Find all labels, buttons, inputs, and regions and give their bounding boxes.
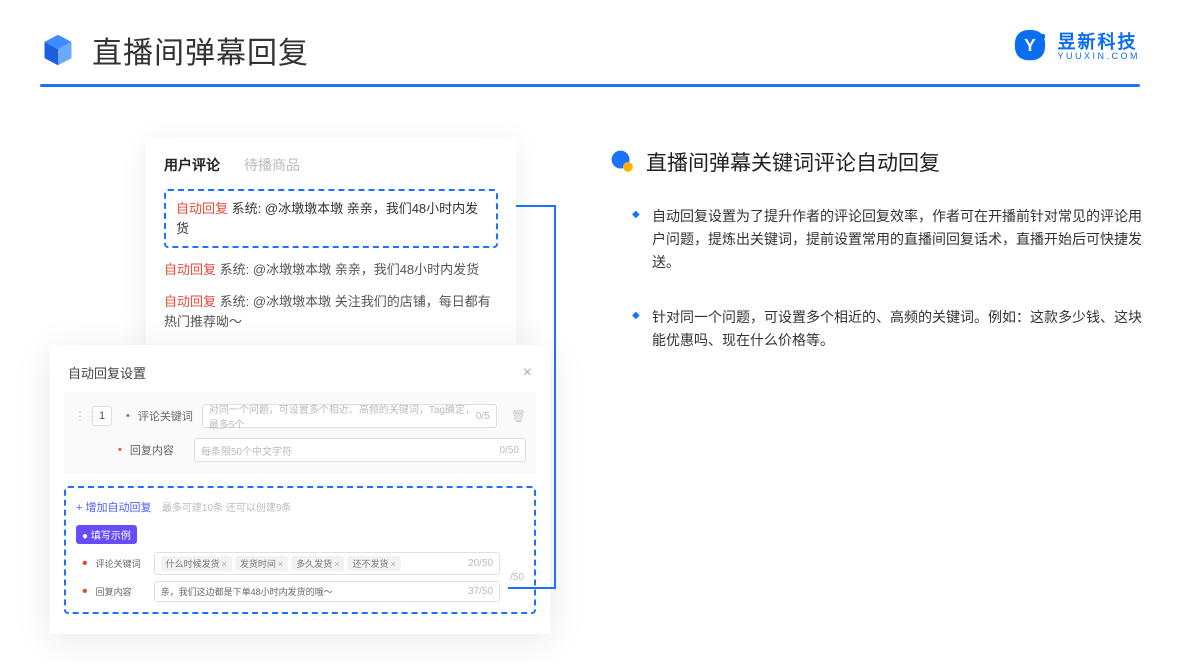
example-badge: ● 填写示例 <box>76 525 137 544</box>
connector-line <box>554 205 556 589</box>
bullet-list: 自动回复设置为了提升作者的评论回复效率，作者可在开播前针对常见的评论用户问题，提… <box>610 205 1144 352</box>
comments-tabs: 用户评论 待播商品 <box>164 155 498 175</box>
tag-close-icon[interactable]: × <box>390 559 395 569</box>
description-column: 直播间弹幕关键词评论自动回复 自动回复设置为了提升作者的评论回复效率，作者可在开… <box>610 117 1144 384</box>
screenshots-column: 用户评论 待播商品 自动回复 系统: @冰墩墩本墩 亲亲，我们48小时内发货 自… <box>50 117 570 637</box>
bullet-item: 针对同一个问题，可设置多个相近的、高频的关键词。例如：这款多少钱、这块能优惠吗、… <box>640 306 1144 352</box>
comment-row: 自动回复 系统: @冰墩墩本墩 关注我们的店铺，每日都有热门推荐呦～ <box>164 292 498 332</box>
example-keyword-row: • 评论关键词 什么时候发货× 发货时间× 多久发货× 还不发货× 20/50 <box>76 552 500 575</box>
keyword-row: ⋮⋮ 1 • 评论关键词 对同一个问题，可设置多个相近、高频的关键词，Tag确定… <box>74 404 526 428</box>
tag-close-icon[interactable]: × <box>334 559 339 569</box>
system-prefix: 系统: <box>220 262 250 277</box>
bullet-item: 自动回复设置为了提升作者的评论回复效率，作者可在开播前针对常见的评论用户问题，提… <box>640 205 1144 274</box>
tag-close-icon[interactable]: × <box>278 559 283 569</box>
example-content-label: 回复内容 <box>96 585 146 598</box>
keyword-input[interactable]: 对同一个问题，可设置多个相近、高频的关键词，Tag确定，最多5个 0/5 <box>202 404 497 428</box>
brand-logo: Y 昱新科技 YUUXIN.COM <box>1011 28 1140 66</box>
required-dot: • <box>118 444 122 456</box>
example-keyword-counter: 20/50 <box>468 558 493 569</box>
close-icon[interactable]: × <box>523 364 532 382</box>
connector-line <box>516 205 556 207</box>
system-prefix: 系统: <box>232 201 262 216</box>
highlighted-comment-callout: 自动回复 系统: @冰墩墩本墩 亲亲，我们48小时内发货 <box>164 189 498 248</box>
example-callout: + 增加自动回复 最多可建10条 还可以创建9条 ● 填写示例 • 评论关键词 … <box>64 486 536 614</box>
section-heading: 直播间弹幕关键词评论自动回复 <box>610 147 1144 177</box>
required-dot: • <box>126 410 130 422</box>
form-block: ⋮⋮ 1 • 评论关键词 对同一个问题，可设置多个相近、高频的关键词，Tag确定… <box>64 392 536 474</box>
keyword-counter: 0/5 <box>476 411 490 422</box>
example-content-counter: 37/50 <box>468 586 493 597</box>
connector-line <box>508 587 556 589</box>
logo-sub-text: YUUXIN.COM <box>1057 52 1140 61</box>
tab-user-comments[interactable]: 用户评论 <box>164 155 220 175</box>
settings-title: 自动回复设置 <box>68 363 146 382</box>
tab-pending-products[interactable]: 待播商品 <box>244 155 300 175</box>
comment-text: @冰墩墩本墩 亲亲，我们48小时内发货 <box>253 262 479 277</box>
auto-reply-tag: 自动回复 <box>164 294 216 309</box>
example-keyword-input[interactable]: 什么时候发货× 发货时间× 多久发货× 还不发货× 20/50 <box>154 552 500 575</box>
trash-icon[interactable]: 🗑 <box>511 409 526 423</box>
add-auto-reply-link[interactable]: + 增加自动回复 <box>76 499 151 515</box>
tag-chip[interactable]: 还不发货× <box>347 556 400 571</box>
content-placeholder: 每条限50个中文字符 <box>201 443 292 458</box>
required-dot: • <box>82 555 88 573</box>
content-row: • 回复内容 每条限50个中文字符 0/50 <box>74 438 526 462</box>
cube-icon <box>40 32 76 68</box>
tag-chip[interactable]: 什么时候发货× <box>161 556 232 571</box>
comments-card: 用户评论 待播商品 自动回复 系统: @冰墩墩本墩 亲亲，我们48小时内发货 自… <box>146 137 516 354</box>
section-title: 直播间弹幕关键词评论自动回复 <box>646 147 940 177</box>
logo-main-text: 昱新科技 <box>1057 33 1140 52</box>
example-content-input[interactable]: 亲，我们这边都是下单48小时内发货的哦～ 37/50 <box>154 581 500 602</box>
tag-close-icon[interactable]: × <box>222 559 227 569</box>
auto-reply-tag: 自动回复 <box>176 201 228 216</box>
system-prefix: 系统: <box>220 294 250 309</box>
content-label: 回复内容 <box>130 442 186 458</box>
tag-chips: 什么时候发货× 发货时间× 多久发货× 还不发货× <box>161 556 404 571</box>
example-content-row: • 回复内容 亲，我们这边都是下单48小时内发货的哦～ 37/50 <box>76 581 500 602</box>
example-keyword-label: 评论关键词 <box>96 557 146 570</box>
page-title: 直播间弹幕回复 <box>92 28 309 72</box>
drag-handle-icon[interactable]: ⋮⋮ <box>74 409 84 423</box>
auto-reply-settings-card: 自动回复设置 × ⋮⋮ 1 • 评论关键词 对同一个问题，可设置多个相近、高频的… <box>50 345 550 634</box>
content-input[interactable]: 每条限50个中文字符 0/50 <box>194 438 526 462</box>
tag-chip[interactable]: 多久发货× <box>291 556 344 571</box>
keyword-placeholder: 对同一个问题，可设置多个相近、高频的关键词，Tag确定，最多5个 <box>209 401 476 431</box>
add-hint: 最多可建10条 还可以创建9条 <box>162 503 291 514</box>
svg-text:Y: Y <box>1025 36 1037 55</box>
settings-header: 自动回复设置 × <box>64 359 536 392</box>
auto-reply-tag: 自动回复 <box>164 262 216 277</box>
content-counter: 0/50 <box>500 445 519 456</box>
required-dot: • <box>82 583 88 601</box>
chat-bubble-icon <box>610 149 636 175</box>
outer-counter: /50 <box>510 572 524 583</box>
page-header: 直播间弹幕回复 Y 昱新科技 YUUXIN.COM <box>0 0 1180 84</box>
main-row: 用户评论 待播商品 自动回复 系统: @冰墩墩本墩 亲亲，我们48小时内发货 自… <box>0 87 1180 637</box>
row-index-badge: 1 <box>92 406 112 426</box>
logo-icon: Y <box>1011 28 1049 66</box>
comment-row: 自动回复 系统: @冰墩墩本墩 亲亲，我们48小时内发货 <box>164 260 498 280</box>
keyword-label: 评论关键词 <box>138 408 194 424</box>
add-row: + 增加自动回复 最多可建10条 还可以创建9条 <box>76 498 524 525</box>
tag-chip[interactable]: 发货时间× <box>235 556 288 571</box>
example-content-text: 亲，我们这边都是下单48小时内发货的哦～ <box>161 585 333 598</box>
